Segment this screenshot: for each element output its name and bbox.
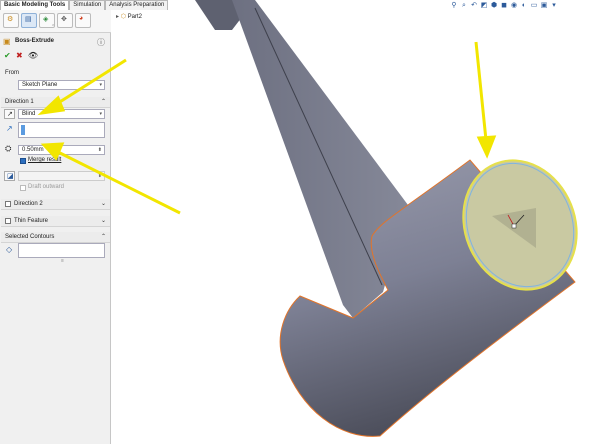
tree-item-part2[interactable]: Part2 bbox=[128, 14, 142, 20]
spin-arrows-icon: ⬍ bbox=[97, 173, 102, 179]
display-pane-icon[interactable]: ▾ bbox=[550, 2, 558, 10]
selected-contours-heading: Selected Contours bbox=[5, 234, 55, 240]
selected-contours-section-header[interactable]: Selected Contours ⌃ bbox=[1, 232, 110, 243]
chevron-down-icon: ⌄ bbox=[100, 218, 106, 224]
ok-cancel-row: ✔ ✖ 👁 bbox=[4, 51, 38, 60]
chevron-down-icon: ▾ bbox=[99, 111, 102, 117]
draft-outward-label: Draft outward bbox=[28, 184, 65, 190]
property-list-icon: ▤ bbox=[25, 16, 32, 23]
chevron-down-icon: ⌄ bbox=[100, 201, 106, 207]
reverse-direction-button[interactable]: ↗ bbox=[4, 109, 15, 119]
direction2-section-header[interactable]: Direction 2 ⌄ bbox=[1, 199, 110, 210]
end-condition-value: Blind bbox=[22, 111, 36, 117]
checkmark-icon[interactable]: ✔ bbox=[4, 51, 11, 60]
zoom-to-fit-icon[interactable]: ⚲ bbox=[450, 2, 458, 10]
chevron-down-icon: ▾ bbox=[99, 82, 102, 88]
chevron-up-icon: ⌃ bbox=[100, 99, 106, 105]
depth-icon: ⛭ bbox=[5, 144, 12, 153]
thin-feature-section-header[interactable]: Thin Feature ⌄ bbox=[1, 216, 110, 227]
reverse-arrow-icon: ↗ bbox=[7, 111, 13, 118]
dimxpert-manager-tab[interactable]: ✥ bbox=[57, 13, 73, 28]
x-icon[interactable]: ✖ bbox=[16, 51, 23, 60]
resize-grip-icon[interactable]: ≡ bbox=[61, 258, 64, 264]
merge-result-checkbox[interactable] bbox=[20, 158, 26, 164]
direction2-heading: Direction 2 bbox=[14, 201, 43, 207]
from-value: Sketch Plane bbox=[22, 82, 58, 88]
part-icon: ⬡ bbox=[120, 14, 126, 20]
display-style-icon[interactable]: ◼ bbox=[500, 2, 508, 10]
contour-icon: ◇ bbox=[6, 245, 13, 254]
tab-analysis-preparation[interactable]: Analysis Preparation bbox=[105, 0, 169, 10]
appearance-icon: ◕ bbox=[79, 15, 84, 22]
from-dropdown[interactable]: Sketch Plane ▾ bbox=[18, 80, 105, 90]
draft-toggle-button[interactable]: ◪ bbox=[4, 171, 15, 181]
feature-title: Boss-Extrude bbox=[15, 38, 55, 44]
tab-simulation[interactable]: Simulation bbox=[69, 0, 106, 10]
draft-icon: ◪ bbox=[7, 173, 14, 180]
draft-angle-field: ⬍ bbox=[18, 171, 105, 181]
feature-tree-icon: ⚙ bbox=[7, 16, 14, 23]
previous-view-icon[interactable]: ↶ bbox=[470, 2, 478, 10]
from-section-header[interactable]: From bbox=[1, 68, 110, 78]
feature-manager-tab[interactable]: ⚙ bbox=[3, 13, 19, 28]
view-settings-icon[interactable]: ▣ bbox=[540, 2, 548, 10]
spin-arrows-icon[interactable]: ⬍ bbox=[98, 146, 102, 154]
heads-up-view-toolbar: ⚲ ⌕ ↶ ◩ ⬢ ◼ ◉ ◐ ▭ ▣ ▾ bbox=[450, 2, 558, 12]
tab-basic-modeling-tools[interactable]: Basic Modeling Tools bbox=[0, 0, 70, 10]
command-manager-tabs: Basic Modeling Tools Simulation Analysis… bbox=[0, 0, 170, 10]
direction-selection-box[interactable] bbox=[18, 122, 105, 138]
expand-arrow-icon[interactable]: ▸ bbox=[116, 14, 119, 20]
selection-indicator bbox=[21, 125, 25, 135]
feature-title-row: ▣ Boss-Extrude ⓘ bbox=[3, 37, 108, 47]
property-manager-panel: ⚙ ▤ ◈ ✥ ◕ ⌃ ▣ Boss-Extrude ⓘ ✔ ✖ 👁 From … bbox=[0, 10, 111, 444]
direction1-section-header[interactable]: Direction 1 ⌃ bbox=[1, 97, 110, 108]
merge-result-label: Merge result bbox=[28, 157, 62, 163]
direction-vector-icon: ↗ bbox=[6, 124, 13, 133]
scene-icon[interactable]: ▭ bbox=[530, 2, 538, 10]
draft-outward-checkbox bbox=[20, 185, 26, 191]
thin-feature-heading: Thin Feature bbox=[14, 218, 49, 224]
direction1-heading: Direction 1 bbox=[5, 99, 34, 105]
depth-value: 0.50mm bbox=[22, 147, 44, 153]
collapse-chevron-icon[interactable]: ⌃ bbox=[51, 24, 55, 30]
dimxpert-icon: ✥ bbox=[61, 16, 67, 23]
hide-show-icon[interactable]: ◉ bbox=[510, 2, 518, 10]
depth-spinbox[interactable]: 0.50mm ⬍ bbox=[18, 145, 105, 155]
configuration-icon: ◈ bbox=[43, 16, 49, 23]
view-orientation-icon[interactable]: ⬢ bbox=[490, 2, 498, 10]
from-heading: From bbox=[5, 70, 19, 76]
end-condition-dropdown[interactable]: Blind ▾ bbox=[18, 109, 105, 119]
help-circle-icon[interactable]: ⓘ bbox=[97, 37, 105, 48]
direction2-checkbox[interactable] bbox=[5, 201, 11, 207]
edit-appearance-icon[interactable]: ◐ bbox=[520, 2, 528, 10]
zoom-area-icon[interactable]: ⌕ bbox=[460, 2, 468, 10]
property-manager-tab[interactable]: ▤ bbox=[21, 13, 37, 28]
chevron-up-icon: ⌃ bbox=[100, 234, 106, 240]
manager-icon-bar: ⚙ ▤ ◈ ✥ ◕ ⌃ bbox=[0, 10, 111, 33]
selected-contours-box[interactable] bbox=[18, 243, 105, 258]
feature-tree-flyout: ▸ ⬡ Part2 bbox=[116, 13, 142, 20]
eye-icon[interactable]: 👁 bbox=[28, 51, 38, 60]
graphics-area[interactable] bbox=[111, 10, 592, 444]
thin-feature-checkbox[interactable] bbox=[5, 218, 11, 224]
section-view-icon[interactable]: ◩ bbox=[480, 2, 488, 10]
display-manager-tab[interactable]: ◕ bbox=[75, 13, 91, 28]
extrude-icon: ▣ bbox=[3, 37, 11, 46]
